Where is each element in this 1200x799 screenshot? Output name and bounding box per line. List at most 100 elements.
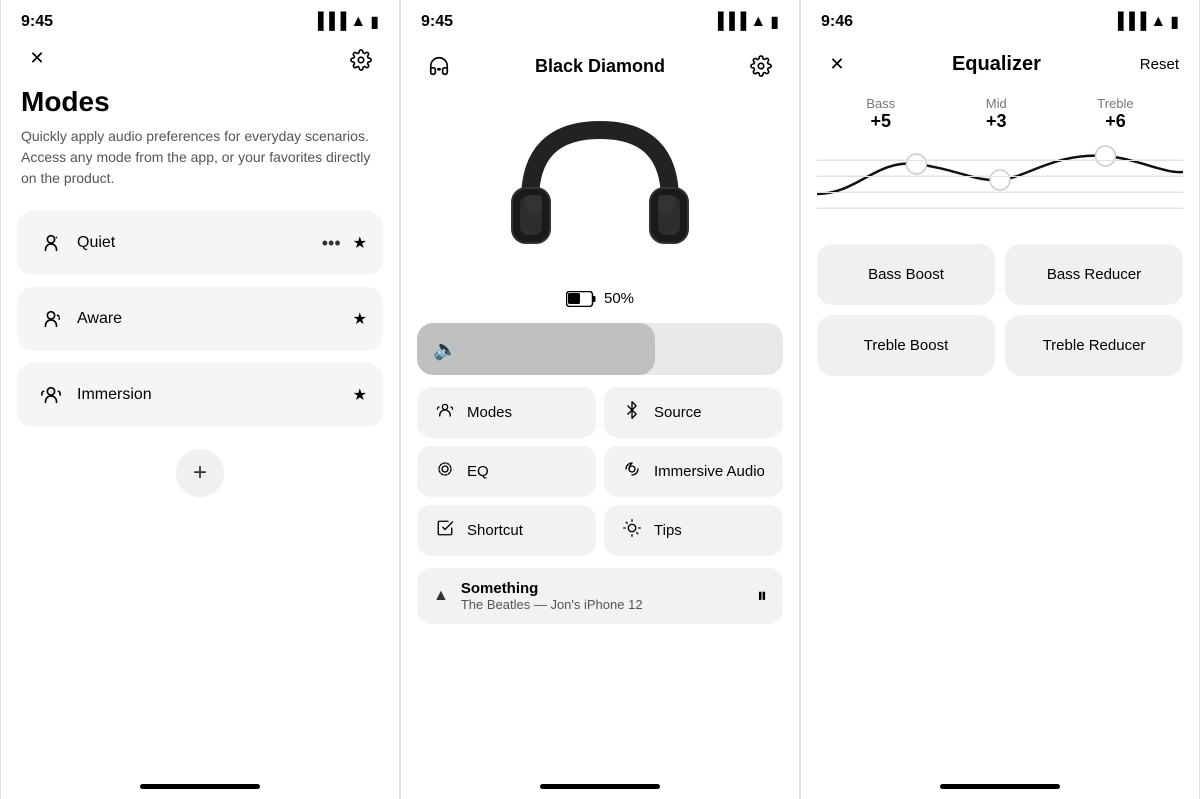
mode-actions-quiet: ••• ★ <box>322 233 367 254</box>
status-time-3: 9:46 <box>821 13 853 31</box>
modes-panel: 9:45 ▐▐▐ ▲ ▮ ✕ Modes Quickly apply audio… <box>0 0 400 799</box>
mode-label-quiet: Quiet <box>77 234 322 252</box>
eq-curve <box>817 144 1183 224</box>
signal-icon-1: ▐▐▐ <box>312 13 346 31</box>
volume-icon: 🔊 <box>433 337 458 362</box>
mode-item-aware[interactable]: Aware ★ <box>17 287 383 351</box>
battery-indicator <box>566 291 596 307</box>
add-mode-button[interactable]: + <box>176 449 224 497</box>
star-button-aware[interactable]: ★ <box>353 309 367 329</box>
tips-button[interactable]: Tips <box>604 505 783 556</box>
eq-icon <box>433 460 457 483</box>
eq-button[interactable]: EQ <box>417 446 596 497</box>
star-button-quiet[interactable]: ★ <box>353 233 367 253</box>
immersive-button-label: Immersive Audio <box>654 463 765 480</box>
eq-band-values: Bass +5 Mid +3 Treble +6 <box>801 86 1199 136</box>
headphone-svg <box>500 100 700 280</box>
bass-boost-button[interactable]: Bass Boost <box>817 244 995 305</box>
pause-button[interactable]: ⏸ <box>757 585 767 608</box>
wifi-icon-1: ▲ <box>350 13 366 31</box>
aware-icon <box>33 301 69 337</box>
volume-slider[interactable]: 🔊 <box>417 323 783 375</box>
treble-boost-button[interactable]: Treble Boost <box>817 315 995 376</box>
eq-grid <box>817 144 1183 224</box>
eq-grid-line-2 <box>817 176 1183 177</box>
source-button[interactable]: Source <box>604 387 783 438</box>
track-title: Something <box>461 580 745 597</box>
battery-percentage: 50% <box>604 290 634 307</box>
status-icons-2: ▐▐▐ ▲ ▮ <box>712 12 779 32</box>
panel1-top-row: ✕ <box>1 38 399 78</box>
source-button-label: Source <box>654 404 702 421</box>
battery-icon-1: ▮ <box>370 12 379 32</box>
immersive-button[interactable]: Immersive Audio <box>604 446 783 497</box>
signal-icon-2: ▐▐▐ <box>712 13 746 31</box>
feature-grid: Modes Source EQ <box>417 387 783 556</box>
now-playing-info: Something The Beatles — Jon's iPhone 12 <box>461 580 745 612</box>
shortcut-button-label: Shortcut <box>467 522 523 539</box>
mode-item-quiet[interactable]: Quiet ••• ★ <box>17 211 383 275</box>
expand-chevron: ▲ <box>433 587 449 605</box>
close-button-1[interactable]: ✕ <box>21 42 53 74</box>
quiet-icon <box>33 225 69 261</box>
home-indicator-2 <box>540 784 660 789</box>
battery-row: 50% <box>401 286 799 317</box>
device-header: Black Diamond <box>401 38 799 90</box>
modes-description: Quickly apply audio preferences for ever… <box>1 122 399 205</box>
home-indicator-1 <box>140 784 260 789</box>
eq-band-bass: Bass +5 <box>866 96 895 132</box>
eq-button-label: EQ <box>467 463 489 480</box>
shortcut-icon <box>433 519 457 542</box>
track-subtitle: The Beatles — Jon's iPhone 12 <box>461 597 745 612</box>
immersive-icon <box>620 460 644 483</box>
modes-icon <box>433 401 457 424</box>
now-playing-bar[interactable]: ▲ Something The Beatles — Jon's iPhone 1… <box>417 568 783 624</box>
battery-icon-2: ▮ <box>770 12 779 32</box>
gear-icon-1 <box>350 49 372 71</box>
device-name: Black Diamond <box>535 56 665 77</box>
status-bar-2: 9:45 ▐▐▐ ▲ ▮ <box>401 0 799 38</box>
mode-item-immersion[interactable]: Immersion ★ <box>17 363 383 427</box>
reset-button[interactable]: Reset <box>1140 56 1179 73</box>
status-icons-3: ▐▐▐ ▲ ▮ <box>1112 12 1179 32</box>
eq-band-mid: Mid +3 <box>986 96 1007 132</box>
tips-button-label: Tips <box>654 522 682 539</box>
battery-icon-3: ▮ <box>1170 12 1179 32</box>
modes-button-label: Modes <box>467 404 512 421</box>
mode-actions-aware: ★ <box>353 309 367 329</box>
eq-treble-value: +6 <box>1097 111 1133 132</box>
equalizer-panel: 9:46 ▐▐▐ ▲ ▮ ✕ Equalizer Reset Bass +5 M… <box>800 0 1200 799</box>
immersion-icon <box>33 377 69 413</box>
home-indicator-3 <box>940 784 1060 789</box>
eq-grid-line-4 <box>817 208 1183 209</box>
headphone-image <box>401 90 799 286</box>
eq-preset-grid: Bass Boost Bass Reducer Treble Boost Tre… <box>817 244 1183 376</box>
treble-reducer-button[interactable]: Treble Reducer <box>1005 315 1183 376</box>
bluetooth-icon <box>620 401 644 424</box>
volume-fill: 🔊 <box>417 323 655 375</box>
wifi-icon-2: ▲ <box>750 13 766 31</box>
star-button-immersion[interactable]: ★ <box>353 385 367 405</box>
eq-grid-line-1 <box>817 160 1183 161</box>
bass-reducer-button[interactable]: Bass Reducer <box>1005 244 1183 305</box>
eq-grid-line-3 <box>817 192 1183 193</box>
eq-mid-value: +3 <box>986 111 1007 132</box>
mode-label-immersion: Immersion <box>77 386 353 404</box>
modes-button[interactable]: Modes <box>417 387 596 438</box>
dots-button-quiet[interactable]: ••• <box>322 233 341 254</box>
headphone-status-icon <box>421 48 457 84</box>
shortcut-button[interactable]: Shortcut <box>417 505 596 556</box>
settings-button-1[interactable] <box>343 42 379 78</box>
status-time-2: 9:45 <box>421 13 453 31</box>
status-time-1: 9:45 <box>21 13 53 31</box>
eq-bass-value: +5 <box>866 111 895 132</box>
device-settings-button[interactable] <box>743 48 779 84</box>
device-panel: 9:45 ▐▐▐ ▲ ▮ Black Diamond <box>400 0 800 799</box>
mode-actions-immersion: ★ <box>353 385 367 405</box>
modes-title: Modes <box>1 78 399 122</box>
close-button-3[interactable]: ✕ <box>821 48 853 80</box>
eq-header: ✕ Equalizer Reset <box>801 38 1199 86</box>
status-icons-1: ▐▐▐ ▲ ▮ <box>312 12 379 32</box>
mode-label-aware: Aware <box>77 310 353 328</box>
eq-band-treble: Treble +6 <box>1097 96 1133 132</box>
